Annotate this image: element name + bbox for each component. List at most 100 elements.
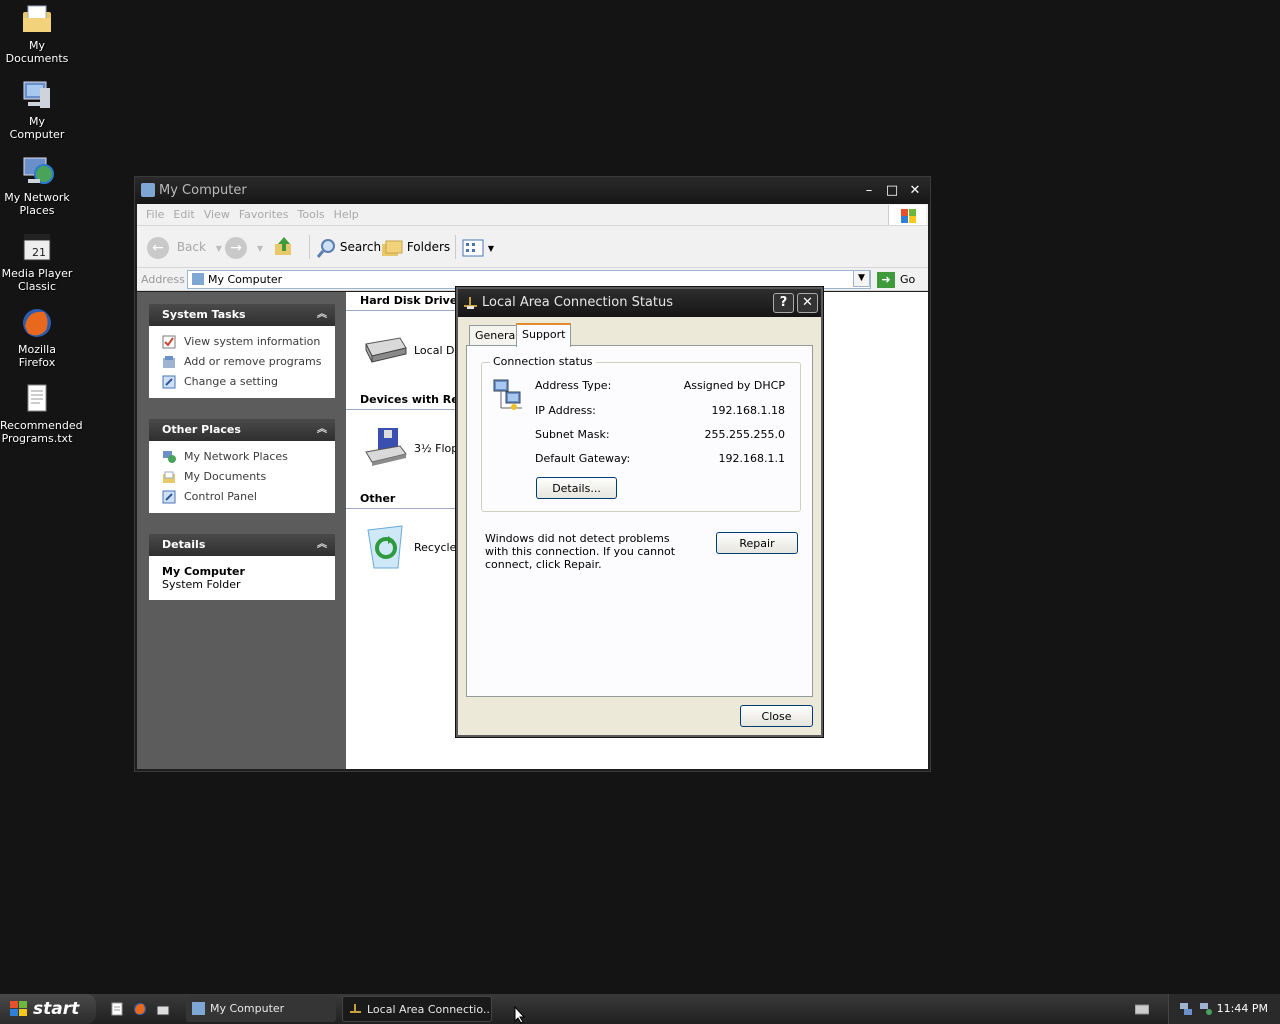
tray-connection-icon[interactable] bbox=[1199, 1002, 1213, 1016]
address-dropdown-button[interactable]: ▼ bbox=[853, 270, 870, 287]
repair-description: Windows did not detect problems with thi… bbox=[485, 532, 676, 571]
details-panel: Details ︽ My Computer System Folder bbox=[149, 534, 335, 600]
hard-disk-icon[interactable] bbox=[362, 330, 408, 366]
group-header-removable: Devices with Ren bbox=[360, 393, 467, 406]
go-arrow-icon: ➜ bbox=[877, 272, 895, 288]
desktop-icon-my-documents[interactable]: My Documents bbox=[0, 2, 74, 65]
place-control-panel[interactable]: Control Panel bbox=[162, 487, 335, 507]
maximize-button[interactable]: □ bbox=[883, 182, 901, 199]
system-info-icon bbox=[162, 335, 176, 349]
default-gateway-label: Default Gateway: bbox=[535, 452, 631, 465]
desktop-icon-label: Recommended Programs.txt bbox=[0, 419, 83, 445]
up-folder-button[interactable] bbox=[273, 235, 295, 259]
dropdown-arrow-icon: ▼ bbox=[215, 244, 222, 253]
back-button[interactable]: ← Back ▼ bbox=[147, 235, 222, 259]
up-arrow-icon bbox=[275, 237, 291, 255]
collapse-chevron-icon[interactable]: ︽ bbox=[317, 304, 327, 326]
computer-icon bbox=[192, 273, 204, 285]
collapse-chevron-icon[interactable]: ︽ bbox=[317, 534, 327, 556]
subnet-mask-label: Subnet Mask: bbox=[535, 428, 610, 441]
menu-favorites[interactable]: Favorites bbox=[239, 204, 289, 226]
menu-help[interactable]: Help bbox=[334, 204, 359, 226]
task-view-system-information[interactable]: View system information bbox=[162, 332, 335, 352]
quick-launch-firefox-icon[interactable] bbox=[133, 1002, 147, 1016]
computer-icon bbox=[141, 183, 155, 197]
collapse-chevron-icon[interactable]: ︽ bbox=[317, 419, 327, 441]
folders-button[interactable]: Folders bbox=[381, 235, 450, 259]
tray-network-icon[interactable] bbox=[1179, 1002, 1193, 1016]
task-add-remove-programs[interactable]: Add or remove programs bbox=[162, 352, 335, 372]
dropdown-arrow-icon: ▼ bbox=[256, 244, 263, 253]
ip-address-value: 192.168.1.18 bbox=[711, 404, 785, 417]
desktop-icon-mozilla-firefox[interactable]: Mozilla Firefox bbox=[0, 306, 74, 369]
dialog-title-bar[interactable]: Local Area Connection Status ? ✕ bbox=[458, 289, 821, 317]
menu-file[interactable]: File bbox=[146, 204, 164, 226]
place-my-network-places[interactable]: My Network Places bbox=[162, 447, 335, 467]
recycle-bin-icon[interactable] bbox=[362, 524, 408, 569]
explorer-title-bar[interactable]: My Computer – □ ✕ bbox=[135, 177, 930, 204]
go-button[interactable]: ➜ Go bbox=[877, 270, 915, 289]
folder-icon bbox=[20, 2, 54, 36]
ip-address-label: IP Address: bbox=[535, 404, 596, 417]
system-tasks-header[interactable]: System Tasks ︽ bbox=[149, 304, 335, 326]
forward-button[interactable]: → ▼ bbox=[225, 235, 263, 259]
floppy-drive-icon[interactable] bbox=[362, 426, 408, 466]
place-my-documents[interactable]: My Documents bbox=[162, 467, 335, 487]
desktop-icon-media-player-classic[interactable]: 21 Media Player Classic bbox=[0, 230, 74, 293]
menu-tools[interactable]: Tools bbox=[298, 204, 325, 226]
desktop-icon-label: Mozilla Firefox bbox=[18, 343, 56, 369]
network-connection-icon bbox=[350, 1004, 361, 1013]
taskbar-button-local-area-connection[interactable]: Local Area Connectio... bbox=[342, 996, 492, 1022]
windows-logo-icon bbox=[888, 205, 926, 225]
dialog-close-button[interactable]: ✕ bbox=[797, 293, 818, 313]
connection-status-group: Connection status Address Type: Assigned… bbox=[481, 355, 801, 512]
control-panel-icon bbox=[162, 375, 176, 389]
details-button[interactable]: Details... bbox=[536, 477, 617, 499]
desktop-icon-label: My Network Places bbox=[4, 191, 70, 217]
clock[interactable]: 11:44 PM bbox=[1217, 994, 1268, 1024]
details-type: System Folder bbox=[162, 578, 241, 591]
search-button[interactable]: Search bbox=[309, 235, 381, 259]
close-dialog-button[interactable]: Close bbox=[740, 705, 813, 727]
details-header[interactable]: Details ︽ bbox=[149, 534, 335, 556]
close-button[interactable]: ✕ bbox=[906, 182, 924, 199]
task-change-setting[interactable]: Change a setting bbox=[162, 372, 335, 392]
group-header-other: Other bbox=[360, 492, 396, 505]
svg-text:21: 21 bbox=[32, 246, 46, 259]
network-globe-icon bbox=[163, 451, 176, 463]
minimize-button[interactable]: – bbox=[860, 182, 878, 199]
taskbar-button-my-computer[interactable]: My Computer bbox=[186, 996, 336, 1022]
tab-support[interactable]: Support bbox=[516, 323, 572, 347]
add-remove-programs-icon bbox=[163, 356, 175, 368]
keyboard-icon[interactable] bbox=[1135, 1003, 1149, 1015]
network-connection-icon bbox=[464, 297, 477, 309]
desktop-icon-my-computer[interactable]: My Computer bbox=[0, 78, 74, 141]
dropdown-arrow-icon: ▼ bbox=[487, 244, 494, 253]
help-button[interactable]: ? bbox=[773, 293, 794, 313]
folder-icon bbox=[163, 471, 175, 483]
repair-button[interactable]: Repair bbox=[716, 532, 798, 554]
group-divider bbox=[346, 310, 466, 311]
quick-launch-media-player-icon[interactable] bbox=[156, 1002, 170, 1016]
desktop-icon-my-network-places[interactable]: My Network Places bbox=[0, 154, 74, 217]
group-header-hard-disks: Hard Disk Drives bbox=[360, 294, 464, 307]
control-panel-icon bbox=[162, 490, 176, 504]
toolbar: ← Back ▼ → ▼ Search Folders ▼ bbox=[137, 226, 928, 268]
task-pane: System Tasks ︽ View system information A… bbox=[137, 292, 346, 769]
views-grid-icon bbox=[462, 239, 484, 256]
connection-status-legend: Connection status bbox=[490, 355, 596, 368]
firefox-icon bbox=[20, 306, 54, 340]
taskbar: start My Computer Local Area Connectio..… bbox=[0, 994, 1280, 1024]
support-tab-panel: Connection status Address Type: Assigned… bbox=[466, 345, 813, 697]
address-type-value: Assigned by DHCP bbox=[683, 379, 785, 392]
quick-launch-notepad-icon[interactable] bbox=[110, 1002, 124, 1016]
other-places-header[interactable]: Other Places ︽ bbox=[149, 419, 335, 441]
views-button[interactable]: ▼ bbox=[455, 235, 494, 259]
clapperboard-icon: 21 bbox=[20, 230, 54, 264]
desktop-icon-recommended-programs[interactable]: Recommended Programs.txt bbox=[0, 382, 83, 445]
menu-edit[interactable]: Edit bbox=[173, 204, 194, 226]
window-title: My Computer bbox=[159, 183, 247, 198]
menu-view[interactable]: View bbox=[204, 204, 230, 226]
start-button[interactable]: start bbox=[0, 994, 96, 1024]
address-label: Address bbox=[141, 273, 185, 286]
